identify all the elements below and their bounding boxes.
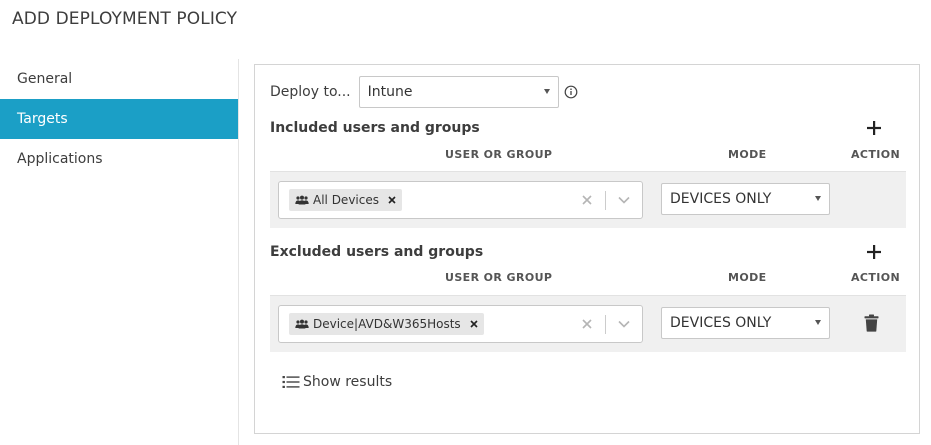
clear-icon[interactable] bbox=[582, 319, 592, 329]
chevron-down-icon[interactable] bbox=[618, 320, 630, 328]
included-mode-select[interactable]: DEVICES ONLY bbox=[661, 183, 830, 215]
clear-icon[interactable] bbox=[582, 195, 592, 205]
chevron-down-icon[interactable] bbox=[618, 196, 630, 204]
plus-icon[interactable] bbox=[864, 242, 884, 262]
sidebar-item-general[interactable]: General bbox=[0, 59, 238, 99]
excluded-chip-label: Device|AVD&W365Hosts bbox=[313, 317, 461, 331]
included-col-action: ACTION bbox=[851, 148, 901, 161]
targets-panel: Deploy to... Intune Included users and g… bbox=[254, 64, 920, 434]
trash-icon[interactable] bbox=[864, 314, 879, 332]
included-section-title: Included users and groups bbox=[270, 120, 480, 136]
info-circle-icon[interactable] bbox=[564, 85, 578, 99]
caret-down-icon bbox=[815, 320, 821, 325]
sidebar: General Targets Applications bbox=[0, 59, 238, 179]
excluded-row: Device|AVD&W365Hosts DEVICES ONLY bbox=[270, 295, 906, 352]
deploy-row: Deploy to... Intune bbox=[270, 76, 578, 108]
excluded-chip: Device|AVD&W365Hosts bbox=[289, 313, 484, 335]
combo-separator bbox=[605, 315, 606, 334]
sidebar-item-applications[interactable]: Applications bbox=[0, 139, 238, 179]
included-col-mode: MODE bbox=[728, 148, 767, 161]
list-icon bbox=[282, 376, 300, 388]
page-title: ADD DEPLOYMENT POLICY bbox=[12, 9, 238, 29]
sidebar-item-targets[interactable]: Targets bbox=[0, 99, 238, 139]
combo-separator bbox=[605, 191, 606, 210]
show-results-link[interactable]: Show results bbox=[282, 374, 392, 390]
excluded-user-combobox[interactable]: Device|AVD&W365Hosts bbox=[278, 305, 643, 343]
excluded-col-user: USER OR GROUP bbox=[445, 271, 553, 284]
deploy-select-value: Intune bbox=[367, 84, 413, 100]
plus-icon[interactable] bbox=[864, 118, 884, 138]
caret-down-icon bbox=[815, 196, 821, 201]
excluded-mode-value: DEVICES ONLY bbox=[670, 315, 772, 331]
users-group-icon bbox=[295, 195, 309, 205]
deploy-label: Deploy to... bbox=[270, 84, 351, 100]
included-col-user: USER OR GROUP bbox=[445, 148, 553, 161]
included-mode-value: DEVICES ONLY bbox=[670, 191, 772, 207]
remove-chip-icon[interactable] bbox=[388, 196, 396, 204]
caret-down-icon bbox=[543, 89, 550, 94]
show-results-label: Show results bbox=[303, 374, 393, 390]
included-chip-label: All Devices bbox=[313, 193, 379, 207]
excluded-col-action: ACTION bbox=[851, 271, 901, 284]
deploy-select[interactable]: Intune bbox=[358, 76, 559, 108]
excluded-col-mode: MODE bbox=[728, 271, 767, 284]
excluded-mode-select[interactable]: DEVICES ONLY bbox=[661, 307, 830, 339]
remove-chip-icon[interactable] bbox=[470, 320, 478, 328]
included-row: All Devices DEVICES ONLY bbox=[270, 171, 906, 228]
excluded-section-title: Excluded users and groups bbox=[270, 244, 484, 260]
included-chip: All Devices bbox=[289, 189, 402, 211]
sidebar-divider bbox=[238, 59, 239, 445]
users-group-icon bbox=[295, 319, 309, 329]
included-user-combobox[interactable]: All Devices bbox=[278, 181, 643, 219]
